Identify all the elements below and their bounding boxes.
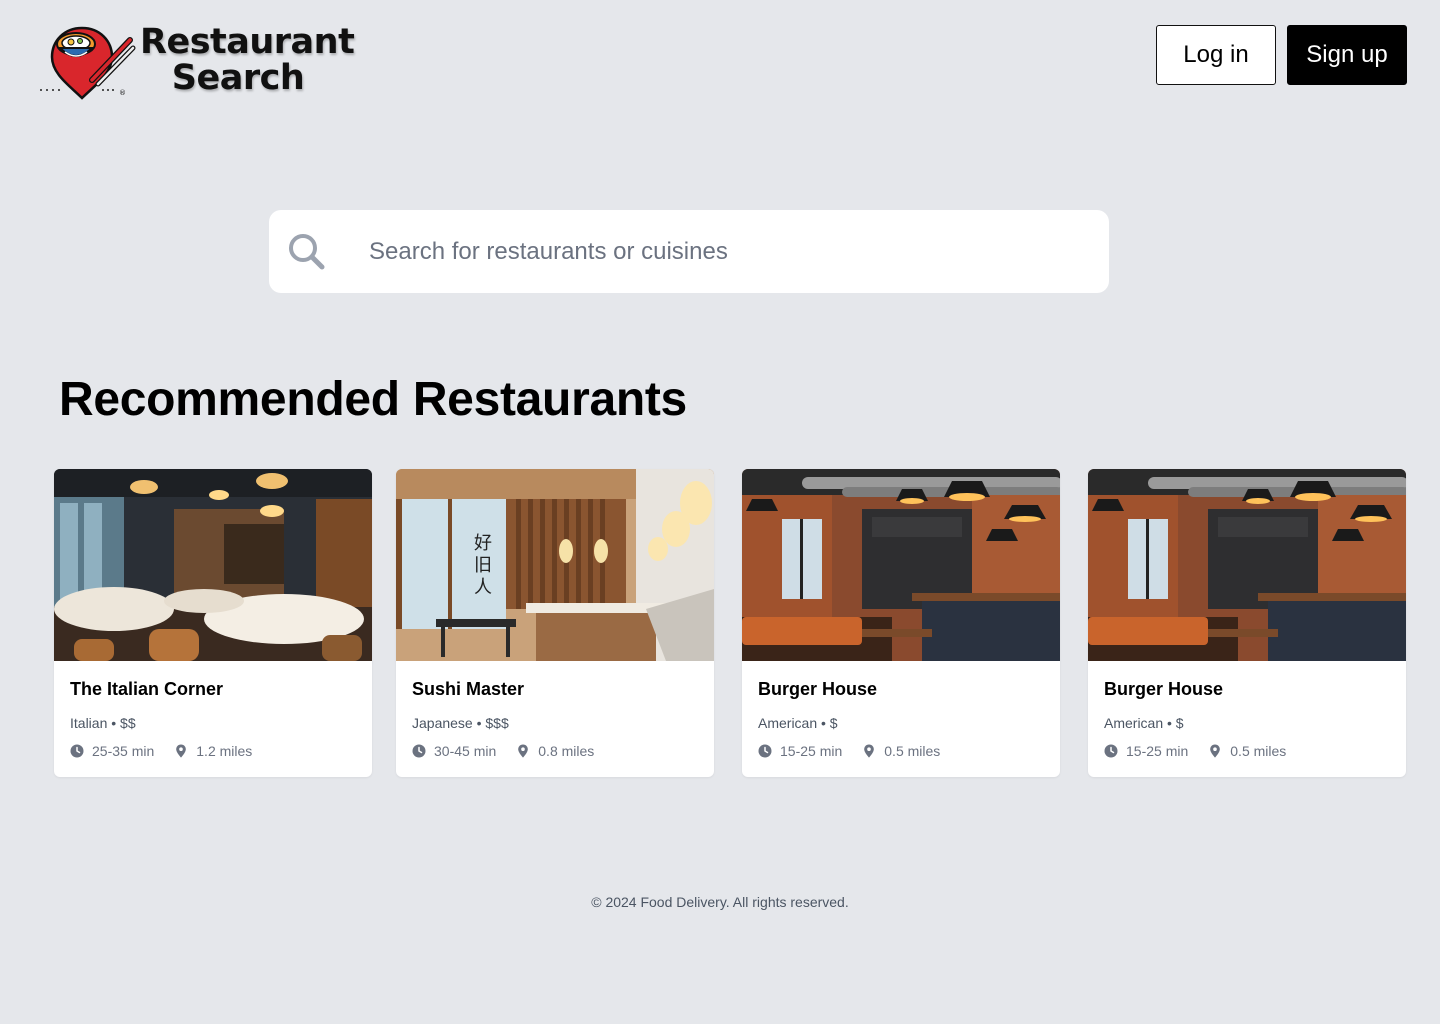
map-pin-icon <box>518 744 529 758</box>
restaurant-meta: Japanese • $$$ <box>412 715 509 731</box>
clock-icon <box>412 744 426 758</box>
brick-diner-photo <box>742 469 1060 661</box>
restaurant-card[interactable]: The Italian Corner Italian • $$ 25-35 mi… <box>54 469 372 777</box>
search-bar[interactable] <box>269 210 1109 293</box>
restaurant-info: 15-25 min 0.5 miles <box>758 743 940 759</box>
restaurant-card[interactable]: Burger House American • $ 15-25 min 0.5 … <box>742 469 1060 777</box>
brand-name-line1: Restaurant <box>140 22 355 62</box>
bowl-chopsticks-pin-icon: ® <box>40 26 136 100</box>
restaurant-name: The Italian Corner <box>70 679 224 699</box>
brick-diner-photo <box>1088 469 1406 661</box>
delivery-time: 15-25 min <box>1126 743 1189 759</box>
signup-button[interactable]: Sign up <box>1287 25 1407 85</box>
restaurant-name: Burger House <box>758 679 878 699</box>
distance: 0.5 miles <box>884 743 941 759</box>
login-button[interactable]: Log in <box>1156 25 1276 85</box>
restaurant-card[interactable]: Burger House American • $ 15-25 min 0.5 … <box>1088 469 1406 777</box>
restaurant-name: Burger House <box>1104 679 1224 699</box>
search-input[interactable] <box>369 210 1089 293</box>
svg-text:好: 好 <box>474 533 492 554</box>
distance: 0.5 miles <box>1230 743 1287 759</box>
distance: 1.2 miles <box>196 743 253 759</box>
clock-icon <box>70 744 84 758</box>
delivery-time: 25-35 min <box>92 743 155 759</box>
svg-text:旧: 旧 <box>474 555 492 576</box>
restaurant-info: 15-25 min 0.5 miles <box>1104 743 1286 759</box>
footer-copyright: © 2024 Food Delivery. All rights reserve… <box>591 894 849 910</box>
brand-logo[interactable]: ® Restaurant Search <box>38 22 355 100</box>
restaurant-info: 25-35 min 1.2 miles <box>70 743 252 759</box>
delivery-time: 15-25 min <box>780 743 843 759</box>
restaurant-info: 30-45 min 0.8 miles <box>412 743 594 759</box>
section-title: Recommended Restaurants <box>59 373 687 426</box>
map-pin-icon <box>1210 744 1221 758</box>
map-pin-icon <box>176 744 187 758</box>
svg-text:人: 人 <box>474 577 492 598</box>
clock-icon <box>1104 744 1118 758</box>
dining-room-photo <box>54 469 372 661</box>
restaurant-meta: American • $ <box>758 715 838 731</box>
registered-mark: ® <box>119 89 126 97</box>
restaurant-meta: Italian • $$ <box>70 715 136 731</box>
restaurant-name: Sushi Master <box>412 679 525 699</box>
clock-icon <box>758 744 772 758</box>
brand-name: Restaurant Search <box>140 22 355 98</box>
restaurant-meta: American • $ <box>1104 715 1184 731</box>
search-icon <box>289 234 325 270</box>
brand-name-line2: Search <box>171 58 305 98</box>
sushi-bar-photo: 好 旧 人 <box>396 469 714 661</box>
map-pin-icon <box>864 744 875 758</box>
distance: 0.8 miles <box>538 743 595 759</box>
delivery-time: 30-45 min <box>434 743 497 759</box>
restaurant-card[interactable]: 好 旧 人 Sushi Master Japanese • $$$ 30-45 … <box>396 469 714 777</box>
